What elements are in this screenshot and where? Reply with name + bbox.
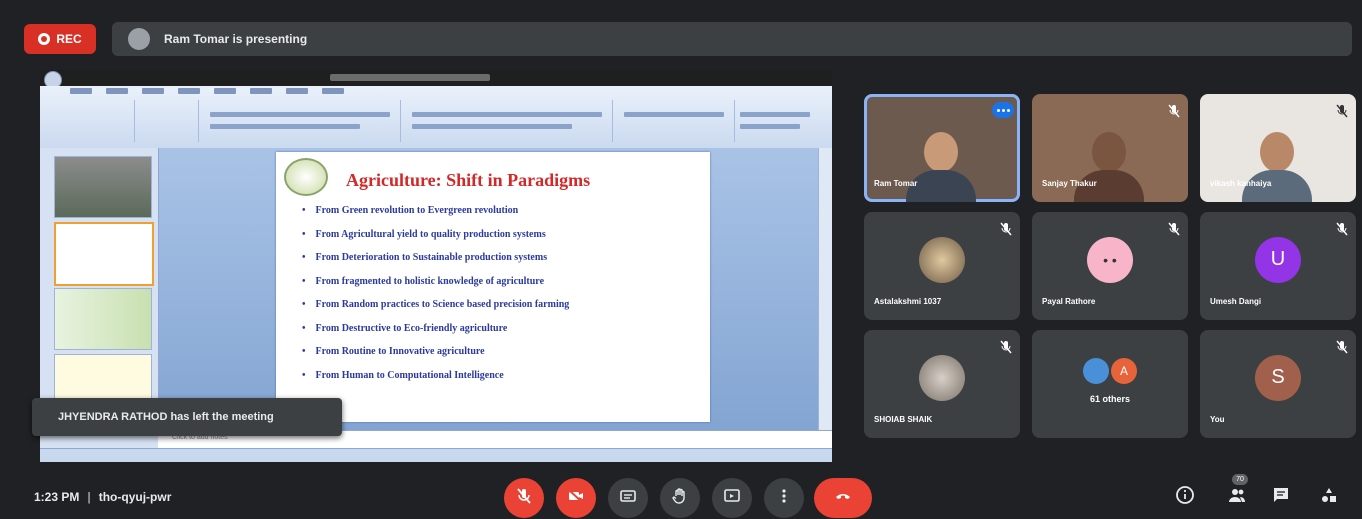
chat-icon: [1271, 485, 1291, 510]
participant-name: Umesh Dangi: [1210, 297, 1262, 306]
participant-name: vikash kanhaiya: [1210, 179, 1272, 188]
slide-bullet: From Deterioration to Sustainable produc…: [302, 251, 569, 275]
avatar: U: [1255, 236, 1301, 283]
captions-icon: [619, 487, 637, 510]
clock: 1:23 PM: [34, 490, 80, 504]
others-count: 61 others: [1089, 394, 1131, 404]
participant-tile[interactable]: U Umesh Dangi: [1200, 212, 1356, 320]
participant-video: [906, 122, 976, 202]
slide-title: Agriculture: Shift in Paradigms: [346, 170, 591, 190]
captions-button[interactable]: [608, 478, 648, 518]
meeting-code: tho-qyuj-pwr: [98, 490, 172, 504]
mic-off-icon: [1336, 222, 1348, 236]
avatar: [1083, 358, 1109, 385]
participant-photo: [919, 354, 965, 401]
mic-off-icon: [515, 487, 533, 510]
raise-hand-icon: [671, 487, 689, 510]
hang-up-icon: [834, 487, 852, 510]
toast-text: JHYENDRA RATHOD has left the meeting: [58, 411, 274, 423]
participant-name: SHOIAB SHAIK: [874, 415, 933, 424]
avatar-letter: S: [1271, 366, 1285, 389]
others-tile[interactable]: A 61 others: [1032, 330, 1188, 438]
rec-label: REC: [56, 32, 82, 46]
others-avatars: A: [1083, 358, 1137, 385]
raise-hand-button[interactable]: [660, 478, 700, 518]
mic-off-icon: [1168, 222, 1180, 236]
presenting-text: Ram Tomar is presenting: [164, 32, 308, 46]
meeting-details-button[interactable]: [1174, 485, 1196, 510]
slide-thumbnail[interactable]: [54, 288, 152, 350]
record-icon: [38, 33, 51, 45]
more-options-button[interactable]: [764, 478, 804, 518]
participant-name: Payal Rathore: [1042, 297, 1096, 306]
participant-video: [1242, 122, 1312, 202]
university-logo: [284, 158, 328, 196]
presenting-banner: Ram Tomar is presenting: [112, 22, 1352, 56]
presenter-avatar: [128, 28, 150, 50]
participant-tile[interactable]: • • Payal Rathore: [1032, 212, 1188, 320]
camera-toggle-button[interactable]: [556, 478, 596, 518]
notification-toast: JHYENDRA RATHOD has left the meeting: [32, 398, 342, 436]
participant-name: You: [1210, 415, 1225, 424]
participant-name: Sanjay Thakur: [1042, 179, 1097, 188]
participant-photo: [919, 236, 965, 283]
top-bar: REC Ram Tomar is presenting: [0, 0, 1362, 60]
participant-video: [1074, 122, 1144, 202]
slide-bullet: From fragmented to holistic knowledge of…: [302, 275, 569, 299]
slide-bullet: From Destructive to Eco-friendly agricul…: [302, 322, 569, 346]
present-icon: [723, 487, 741, 510]
participant-tile[interactable]: Astalakshmi 1037: [864, 212, 1020, 320]
more-options-icon[interactable]: [992, 102, 1014, 118]
participant-tile[interactable]: vikash kanhaiya: [1200, 94, 1356, 202]
vertical-scrollbar[interactable]: [818, 148, 832, 430]
recording-indicator[interactable]: REC: [24, 24, 96, 54]
mic-off-icon: [1336, 340, 1348, 354]
slide-thumbnail[interactable]: [54, 222, 154, 286]
participant-tile[interactable]: Ram Tomar: [864, 94, 1020, 202]
leave-call-button[interactable]: [814, 478, 872, 518]
activities-button[interactable]: [1318, 486, 1340, 508]
slide-bullets: From Green revolution to Evergreen revol…: [302, 204, 570, 393]
slide-bullet: From Green revolution to Evergreen revol…: [302, 204, 569, 228]
bottom-toolbar: 1:23 PM | tho-qyuj-pwr 70: [0, 470, 1362, 519]
activities-icon: [1319, 485, 1339, 510]
present-button[interactable]: [712, 478, 752, 518]
powerpoint-titlebar: [40, 70, 832, 89]
more-options-icon: [775, 487, 793, 510]
window-title: [330, 74, 490, 81]
avatar: • •: [1087, 236, 1133, 283]
participant-tile[interactable]: SHOIAB SHAIK: [864, 330, 1020, 438]
mic-toggle-button[interactable]: [504, 478, 544, 518]
info-icon: [1175, 485, 1195, 510]
current-slide: Agriculture: Shift in Paradigms From Gre…: [276, 152, 710, 422]
participant-tile[interactable]: Sanjay Thakur: [1032, 94, 1188, 202]
meeting-info: 1:23 PM | tho-qyuj-pwr: [34, 490, 172, 504]
mic-off-icon: [1336, 104, 1348, 118]
chat-button[interactable]: [1270, 486, 1292, 508]
slide-thumbnail[interactable]: [54, 156, 152, 218]
participant-name: Astalakshmi 1037: [874, 297, 942, 306]
mic-off-icon: [1168, 104, 1180, 118]
avatar-letter: U: [1270, 248, 1286, 271]
avatar: S: [1255, 354, 1301, 401]
slide-bullet: From Agricultural yield to quality produ…: [302, 228, 569, 252]
mic-off-icon: [1000, 222, 1012, 236]
participant-tile-self[interactable]: S You: [1200, 330, 1356, 438]
slide-bullet: From Human to Computational Intelligence: [302, 369, 569, 393]
avatar: A: [1111, 358, 1137, 385]
people-icon: [1227, 485, 1247, 510]
camera-off-icon: [567, 487, 585, 510]
participant-name: Ram Tomar: [874, 179, 918, 188]
ribbon: [40, 86, 832, 149]
powerpoint-statusbar: [40, 448, 832, 462]
people-button[interactable]: [1226, 486, 1248, 508]
slide-bullet: From Random practices to Science based p…: [302, 298, 570, 322]
mic-off-icon: [1000, 340, 1012, 354]
participant-count-badge: 70: [1232, 474, 1248, 485]
slide-bullet: From Routine to Innovative agriculture: [302, 345, 569, 369]
